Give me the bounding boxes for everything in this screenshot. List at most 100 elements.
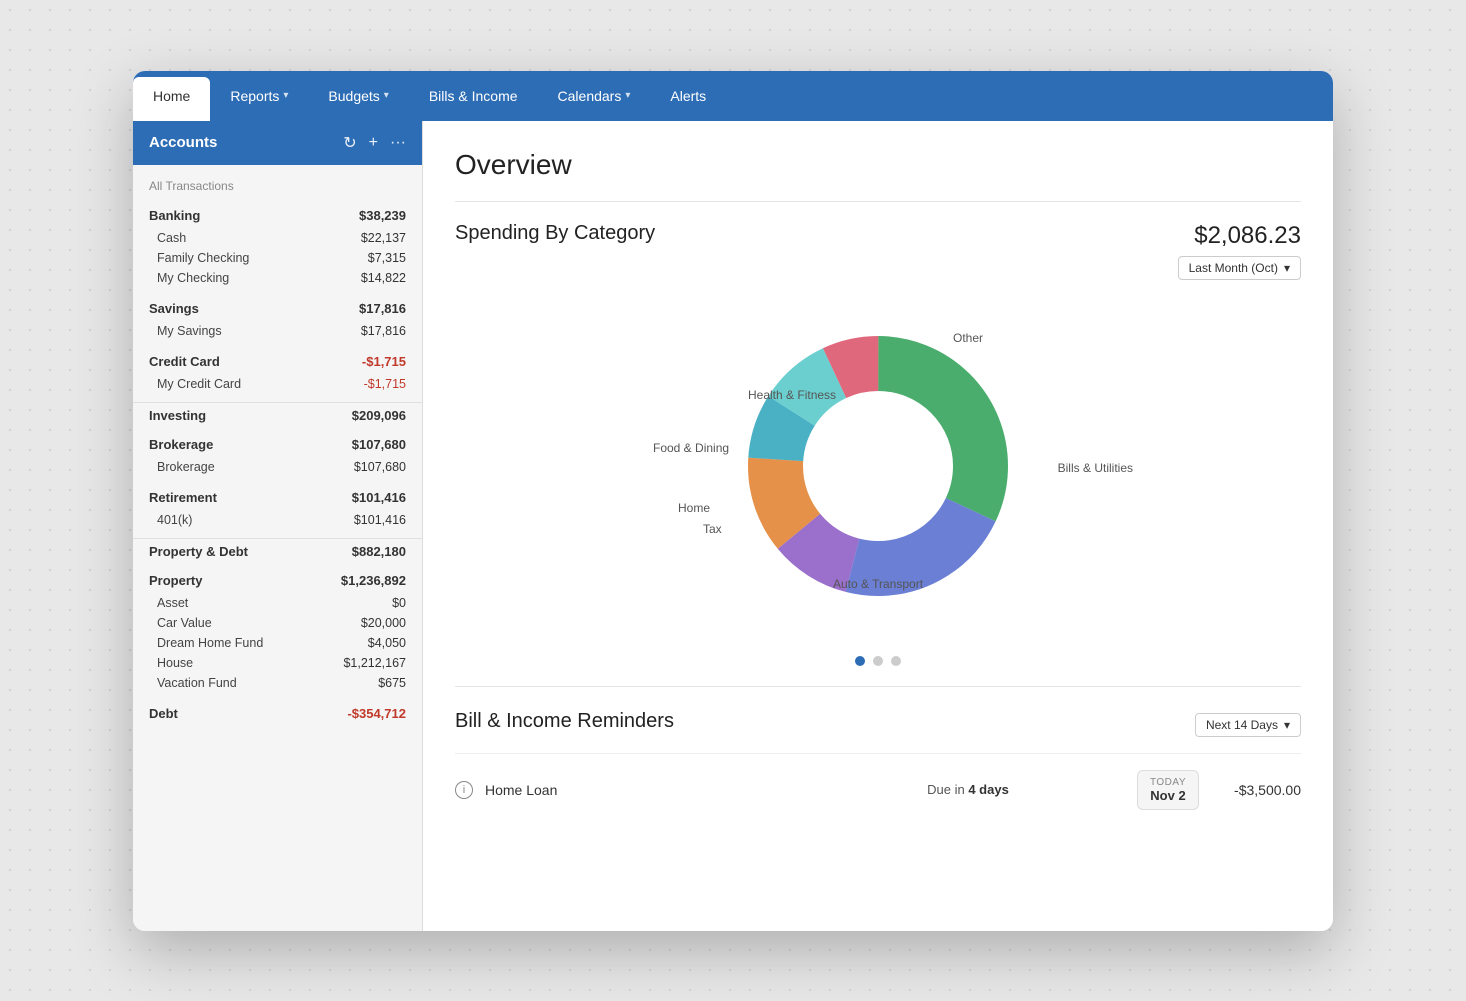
debt-label: Debt (149, 706, 178, 721)
cash-label: Cash (157, 231, 186, 245)
property-group: Property $1,236,892 Asset $0 Car Value $… (133, 564, 422, 697)
car-value-item[interactable]: Car Value $20,000 (133, 613, 422, 633)
credit-card-header[interactable]: Credit Card -$1,715 (133, 349, 422, 374)
main-layout: Accounts ↻ + ··· All Transactions Bankin… (133, 121, 1333, 931)
home-loan-reminder: i Home Loan Due in 4 days TODAY Nov 2 -$… (455, 753, 1301, 826)
brokerage-group: Brokerage $107,680 Brokerage $107,680 (133, 428, 422, 481)
calendars-caret-icon: ▾ (625, 90, 630, 101)
credit-card-group: Credit Card -$1,715 My Credit Card -$1,7… (133, 345, 422, 398)
sidebar-header: Accounts ↻ + ··· (133, 121, 422, 165)
tab-alerts[interactable]: Alerts (650, 71, 726, 121)
my-credit-card-item[interactable]: My Credit Card -$1,715 (133, 374, 422, 394)
brokerage-label: Brokerage (149, 437, 213, 452)
investing-header[interactable]: Investing $209,096 (133, 402, 422, 428)
banking-label: Banking (149, 208, 200, 223)
car-value-amount: $20,000 (361, 616, 406, 630)
savings-header[interactable]: Savings $17,816 (133, 296, 422, 321)
refresh-icon[interactable]: ↻ (343, 133, 356, 153)
family-checking-item[interactable]: Family Checking $7,315 (133, 248, 422, 268)
property-debt-header[interactable]: Property & Debt $882,180 (133, 538, 422, 564)
bill-section-header: Bill & Income Reminders Next 14 Days ▾ (455, 686, 1301, 737)
bill-date: Nov 2 (1150, 788, 1186, 803)
my-savings-amount: $17,816 (361, 324, 406, 338)
debt-amount: -$354,712 (347, 706, 406, 721)
property-debt-label: Property & Debt (149, 544, 248, 559)
401k-item[interactable]: 401(k) $101,416 (133, 510, 422, 530)
retirement-label: Retirement (149, 490, 217, 505)
brokerage-item-amount: $107,680 (354, 460, 406, 474)
brokerage-item[interactable]: Brokerage $107,680 (133, 457, 422, 477)
cash-item[interactable]: Cash $22,137 (133, 228, 422, 248)
page-title: Overview (455, 149, 1301, 181)
retirement-header[interactable]: Retirement $101,416 (133, 485, 422, 510)
home-label: Home (678, 501, 710, 515)
vacation-fund-item[interactable]: Vacation Fund $675 (133, 673, 422, 693)
more-options-icon[interactable]: ··· (390, 134, 406, 152)
dot-2[interactable] (873, 656, 883, 666)
bill-info-icon[interactable]: i (455, 781, 473, 799)
tab-bills-income[interactable]: Bills & Income (409, 71, 538, 121)
banking-group: Banking $38,239 Cash $22,137 Family Chec… (133, 199, 422, 292)
my-checking-label: My Checking (157, 271, 229, 285)
property-debt-amount: $882,180 (352, 544, 406, 559)
debt-group: Debt -$354,712 (133, 697, 422, 730)
title-divider (455, 201, 1301, 202)
add-account-icon[interactable]: + (369, 134, 378, 152)
bill-due-days: 4 days (968, 782, 1008, 797)
sidebar-title: Accounts (149, 134, 217, 151)
my-savings-item[interactable]: My Savings $17,816 (133, 321, 422, 341)
credit-card-label: Credit Card (149, 354, 220, 369)
tab-reports[interactable]: Reports ▾ (210, 71, 308, 121)
all-transactions-label: All Transactions (133, 165, 422, 199)
car-value-label: Car Value (157, 616, 212, 630)
cash-amount: $22,137 (361, 231, 406, 245)
brokerage-amount: $107,680 (352, 437, 406, 452)
tab-budgets[interactable]: Budgets ▾ (308, 71, 408, 121)
budgets-caret-icon: ▾ (384, 90, 389, 101)
investing-amount: $209,096 (352, 408, 406, 423)
banking-header[interactable]: Banking $38,239 (133, 203, 422, 228)
debt-header[interactable]: Debt -$354,712 (133, 701, 422, 726)
property-label: Property (149, 573, 202, 588)
banking-amount: $38,239 (359, 208, 406, 223)
main-content: Overview Spending By Category $2,086.23 … (423, 121, 1333, 931)
dot-1[interactable] (855, 656, 865, 666)
retirement-group: Retirement $101,416 401(k) $101,416 (133, 481, 422, 534)
my-credit-card-amount: -$1,715 (364, 377, 406, 391)
property-header[interactable]: Property $1,236,892 (133, 568, 422, 593)
retirement-amount: $101,416 (352, 490, 406, 505)
period-label: Last Month (Oct) (1189, 261, 1278, 275)
donut-svg (718, 306, 1038, 626)
bill-reminders-title: Bill & Income Reminders (455, 710, 674, 733)
bill-date-badge: TODAY Nov 2 (1137, 770, 1199, 810)
family-checking-amount: $7,315 (368, 251, 406, 265)
bill-name: Home Loan (485, 782, 799, 798)
spending-total: $2,086.23 (1178, 222, 1301, 250)
credit-card-amount: -$1,715 (362, 354, 406, 369)
house-item[interactable]: House $1,212,167 (133, 653, 422, 673)
dots-indicator (455, 646, 1301, 676)
savings-label: Savings (149, 301, 199, 316)
vacation-fund-label: Vacation Fund (157, 676, 237, 690)
my-checking-item[interactable]: My Checking $14,822 (133, 268, 422, 288)
house-amount: $1,212,167 (343, 656, 406, 670)
period-dropdown[interactable]: Last Month (Oct) ▾ (1178, 256, 1301, 280)
period-caret-icon: ▾ (1284, 261, 1290, 275)
brokerage-header[interactable]: Brokerage $107,680 (133, 432, 422, 457)
asset-item[interactable]: Asset $0 (133, 593, 422, 613)
bill-period-caret-icon: ▾ (1284, 718, 1290, 732)
savings-group: Savings $17,816 My Savings $17,816 (133, 292, 422, 345)
app-window: Home Reports ▾ Budgets ▾ Bills & Income … (133, 71, 1333, 931)
property-amount: $1,236,892 (341, 573, 406, 588)
401k-label: 401(k) (157, 513, 192, 527)
dream-home-item[interactable]: Dream Home Fund $4,050 (133, 633, 422, 653)
nav-bar: Home Reports ▾ Budgets ▾ Bills & Income … (133, 71, 1333, 121)
bill-period-dropdown[interactable]: Next 14 Days ▾ (1195, 713, 1301, 737)
dot-3[interactable] (891, 656, 901, 666)
tab-calendars[interactable]: Calendars ▾ (538, 71, 651, 121)
spending-section-header: Spending By Category $2,086.23 Last Mont… (455, 222, 1301, 280)
spending-title: Spending By Category (455, 222, 655, 245)
bills-utilities-label: Bills & Utilities (1058, 461, 1133, 475)
bill-due-text: Due in 4 days (811, 782, 1125, 797)
tab-home[interactable]: Home (133, 77, 210, 121)
